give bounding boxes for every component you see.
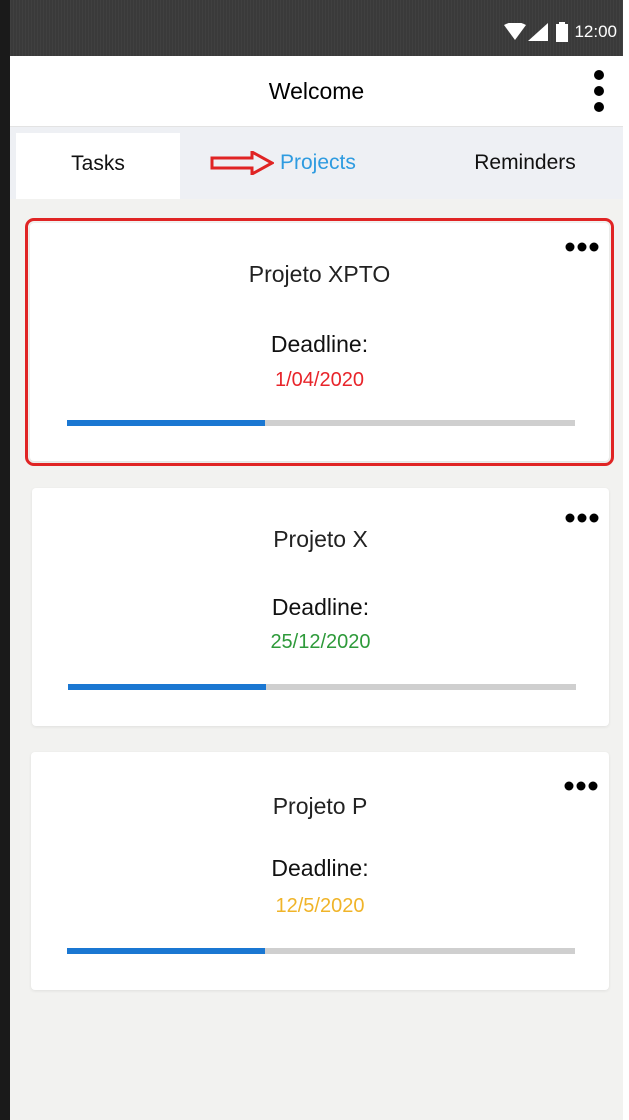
project-name: Projeto X bbox=[273, 526, 368, 552]
progress-bar bbox=[68, 684, 576, 690]
project-name: Projeto P bbox=[272, 793, 368, 819]
signal-icon bbox=[528, 23, 549, 41]
project-card[interactable]: Projeto XPTO Deadline: 1/04/2020 bbox=[25, 218, 614, 466]
deadline-label: Deadline: bbox=[271, 855, 369, 881]
tab-projects-label: Projects bbox=[280, 151, 356, 174]
status-bar: 12:00 bbox=[10, 0, 623, 56]
deadline-date: 12/5/2020 bbox=[275, 895, 365, 917]
status-icons: 12:00 bbox=[504, 20, 617, 44]
project-card[interactable]: Projeto P Deadline: 12/5/2020 bbox=[31, 752, 609, 990]
red-arrow-icon bbox=[210, 151, 274, 175]
project-name: Projeto XPTO bbox=[248, 261, 391, 287]
wifi-icon bbox=[504, 23, 527, 40]
progress-fill bbox=[68, 684, 267, 690]
deadline-label: Deadline: bbox=[271, 594, 370, 620]
deadline-label: Deadline: bbox=[270, 331, 369, 357]
project-card[interactable]: Projeto X Deadline: 25/12/2020 bbox=[32, 488, 609, 726]
more-vert-icon[interactable] bbox=[584, 68, 614, 114]
app-screen: 12:00 Welcome Tasks Projects Reminders P… bbox=[10, 0, 623, 1120]
deadline-date: 25/12/2020 bbox=[270, 631, 371, 653]
app-bar: Welcome bbox=[10, 56, 623, 127]
more-horiz-icon[interactable] bbox=[562, 237, 602, 257]
progress-fill bbox=[67, 948, 266, 954]
tab-bar: Tasks Projects Reminders bbox=[10, 127, 623, 199]
progress-bar bbox=[67, 420, 575, 426]
tab-reminders[interactable]: Reminders bbox=[430, 127, 620, 199]
battery-icon bbox=[556, 22, 569, 42]
device-frame bbox=[0, 0, 10, 1120]
device-edge bbox=[623, 0, 629, 1120]
page-title: Welcome bbox=[268, 78, 365, 104]
deadline-date: 1/04/2020 bbox=[275, 369, 364, 391]
progress-fill bbox=[67, 420, 266, 426]
tab-projects[interactable]: Projects bbox=[200, 127, 400, 199]
tab-tasks[interactable]: Tasks bbox=[16, 133, 180, 199]
status-time: 12:00 bbox=[574, 22, 617, 41]
progress-bar bbox=[67, 948, 575, 954]
more-horiz-icon[interactable] bbox=[562, 508, 602, 528]
